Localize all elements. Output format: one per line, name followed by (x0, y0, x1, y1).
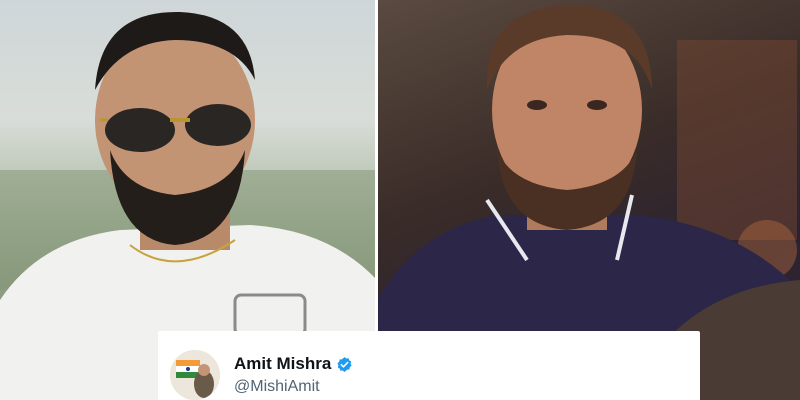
display-name[interactable]: Amit Mishra (234, 354, 331, 374)
profile-avatar[interactable] (170, 350, 220, 400)
meme-canvas: Amit Mishra @MishiAmit (0, 0, 800, 400)
user-handle[interactable]: @MishiAmit (234, 378, 320, 396)
tweet-name-row: Amit Mishra (234, 354, 353, 374)
verified-badge-icon (336, 356, 353, 373)
tweet-card[interactable]: Amit Mishra @MishiAmit (158, 331, 700, 400)
avatar-flag-icon (170, 350, 220, 400)
